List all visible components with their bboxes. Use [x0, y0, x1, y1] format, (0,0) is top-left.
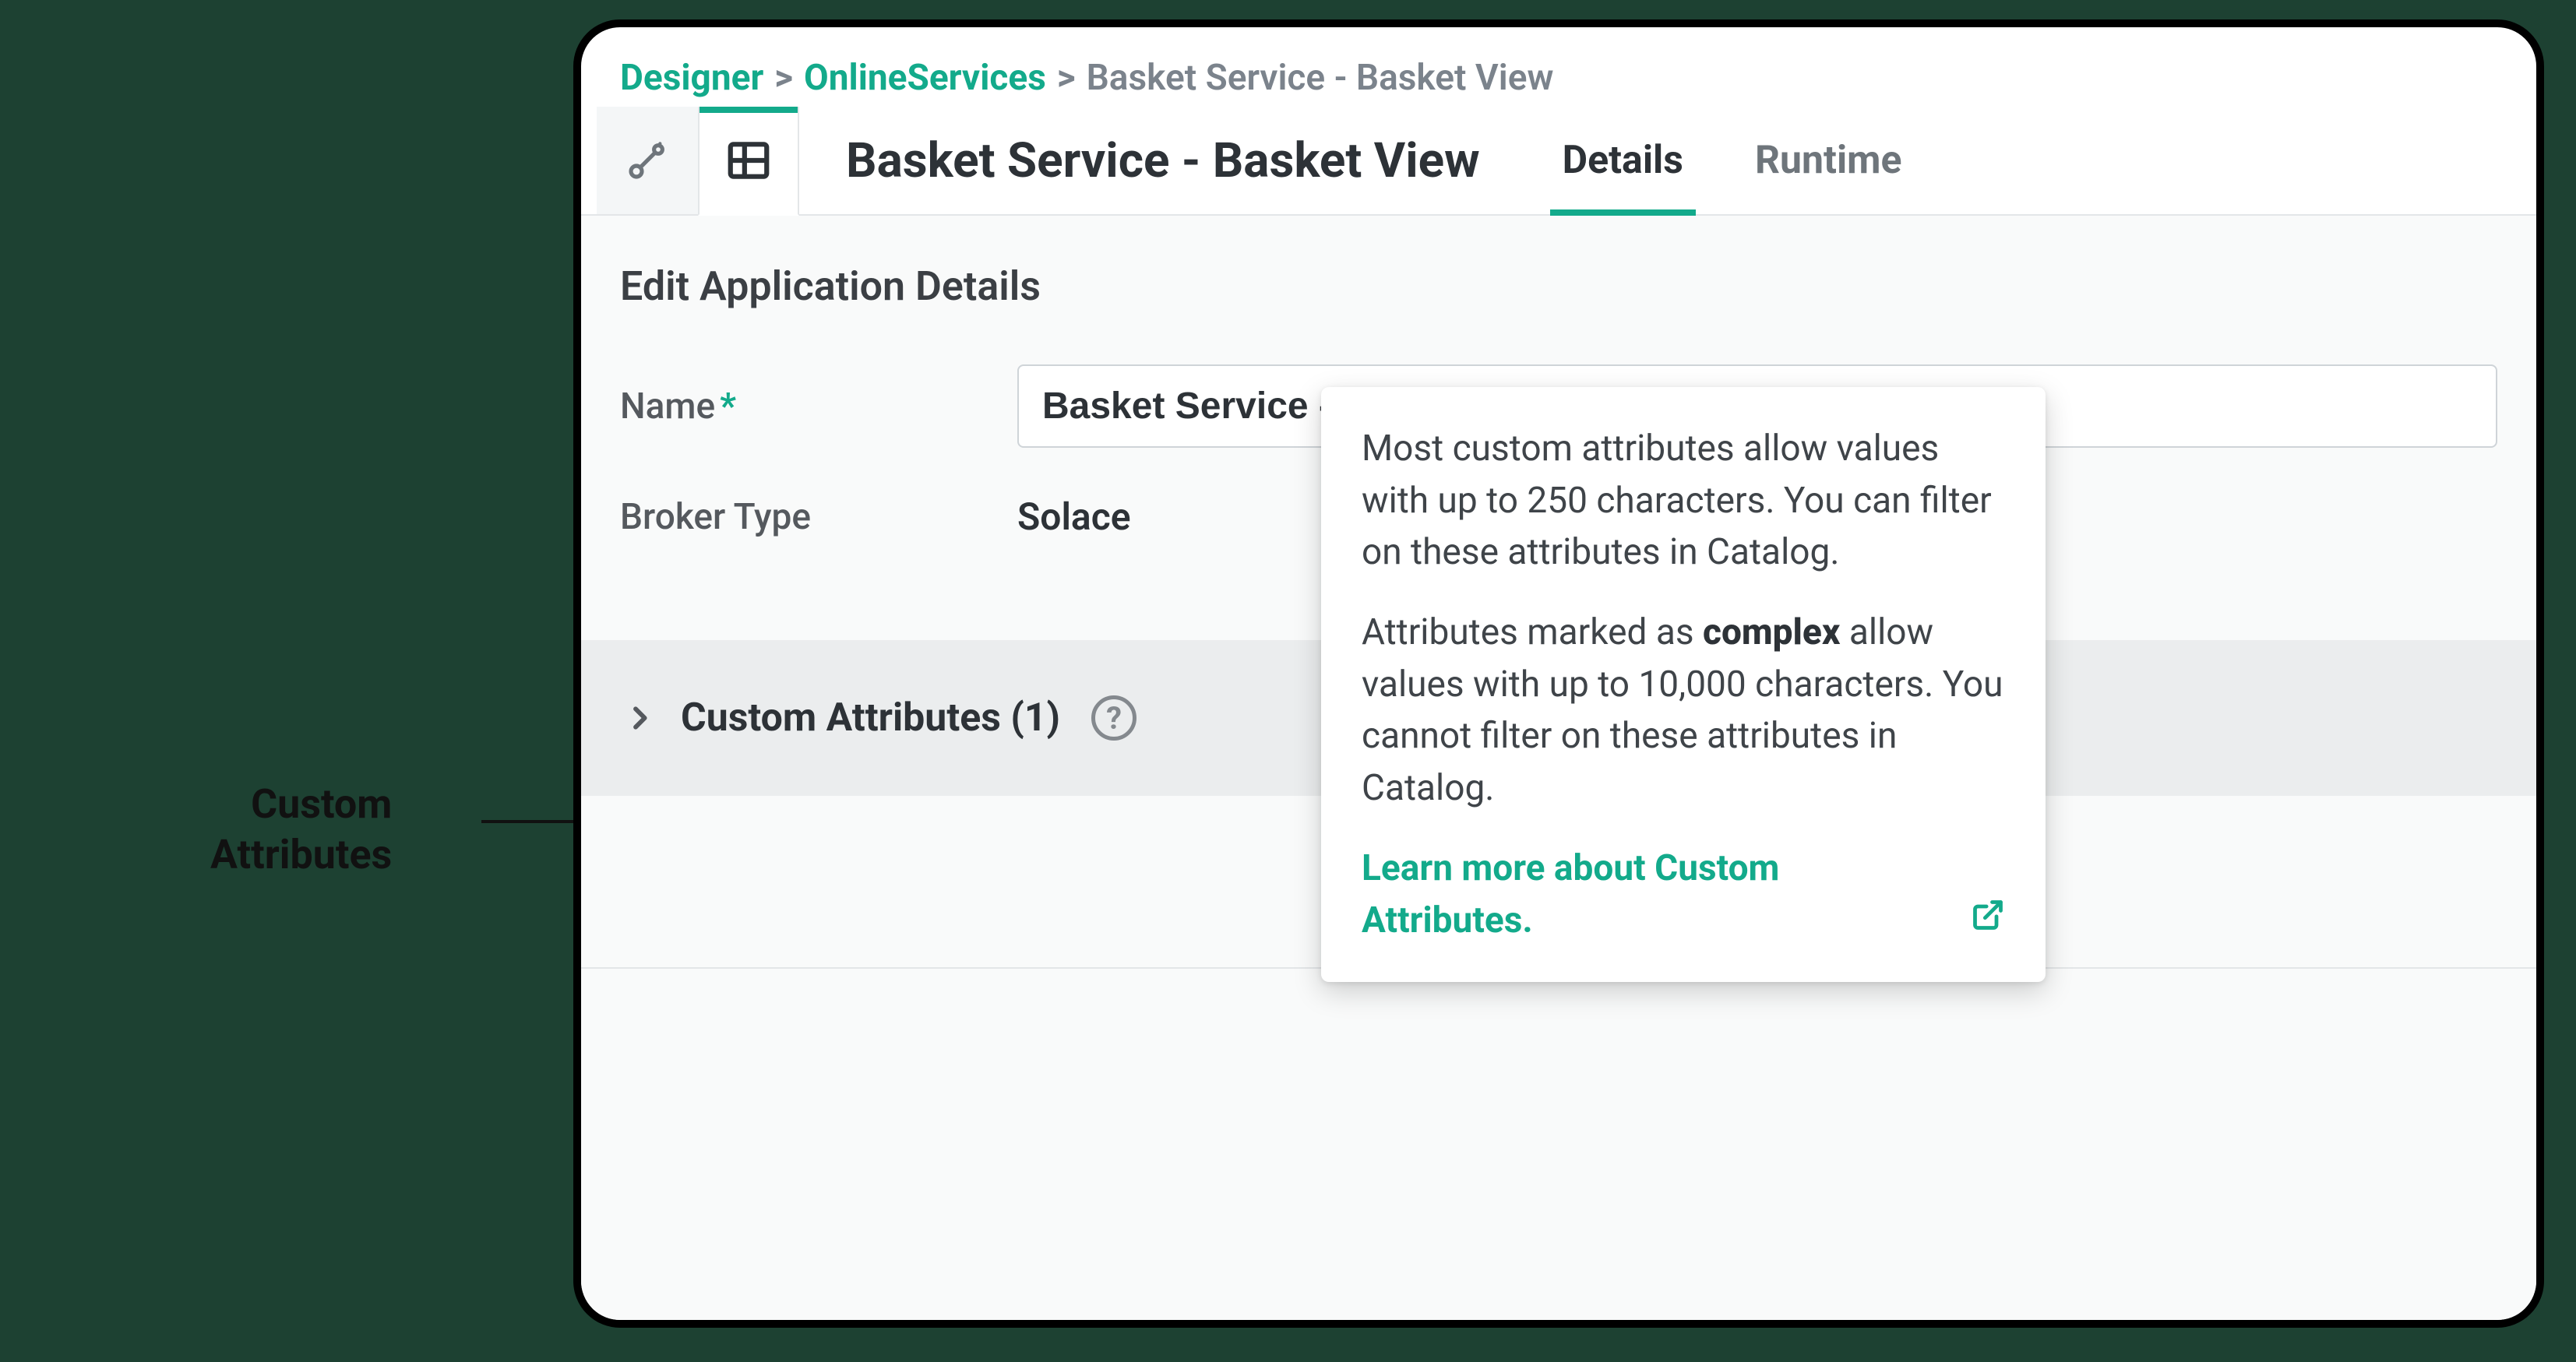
tooltip-complex-word: complex: [1703, 611, 1840, 653]
breadcrumb-sep-2: >: [1057, 57, 1076, 99]
tab-runtime[interactable]: Runtime: [1750, 107, 1907, 214]
help-glyph: ?: [1106, 700, 1122, 737]
label-name: Name*: [620, 385, 986, 428]
custom-attributes-title: Custom Attributes (1): [681, 695, 1060, 741]
tooltip-p1: Most custom attributes allow values with…: [1362, 423, 2005, 579]
tooltip-p2a: Attributes marked as: [1362, 611, 1703, 653]
table-icon: [724, 136, 773, 185]
help-icon[interactable]: ?: [1091, 695, 1136, 741]
tab-row: Basket Service - Basket View Details Run…: [581, 107, 2536, 216]
annotation-line2: Attributes: [210, 829, 392, 880]
graph-view-button[interactable]: [597, 107, 698, 214]
app-window: Designer > OnlineServices > Basket Servi…: [573, 19, 2544, 1328]
breadcrumb-onlineservices[interactable]: OnlineServices: [804, 57, 1046, 99]
content-panel: Edit Application Details Name* Broker Ty…: [581, 216, 2536, 1328]
breadcrumb-sep-1: >: [774, 57, 793, 99]
tooltip-link-text: Learn more about Custom Attributes.: [1362, 843, 1952, 946]
name-label-text: Name: [620, 385, 715, 428]
page-title: Basket Service - Basket View: [799, 107, 1527, 214]
annotation-line1: Custom: [210, 779, 392, 829]
detail-tabs: Details Runtime: [1558, 107, 1907, 214]
tooltip-p2: Attributes marked as complex allow value…: [1362, 607, 2005, 815]
help-tooltip: Most custom attributes allow values with…: [1321, 387, 2046, 982]
annotation-connector: [481, 820, 573, 823]
annotation-label: Custom Attributes: [210, 779, 392, 880]
tooltip-learn-more-link[interactable]: Learn more about Custom Attributes.: [1362, 843, 2005, 946]
label-broker: Broker Type: [620, 496, 986, 538]
tab-details[interactable]: Details: [1558, 107, 1688, 214]
chevron-right-icon: [620, 699, 659, 737]
section-title: Edit Application Details: [581, 262, 2536, 349]
external-link-icon: [1971, 895, 2005, 947]
breadcrumb-current: Basket Service - Basket View: [1087, 57, 1554, 99]
breadcrumb-designer[interactable]: Designer: [620, 57, 763, 99]
broker-value: Solace: [1017, 479, 1131, 554]
graph-icon: [625, 139, 669, 182]
required-asterisk: *: [720, 385, 736, 428]
breadcrumb: Designer > OnlineServices > Basket Servi…: [581, 27, 2536, 107]
table-view-button[interactable]: [698, 107, 799, 216]
